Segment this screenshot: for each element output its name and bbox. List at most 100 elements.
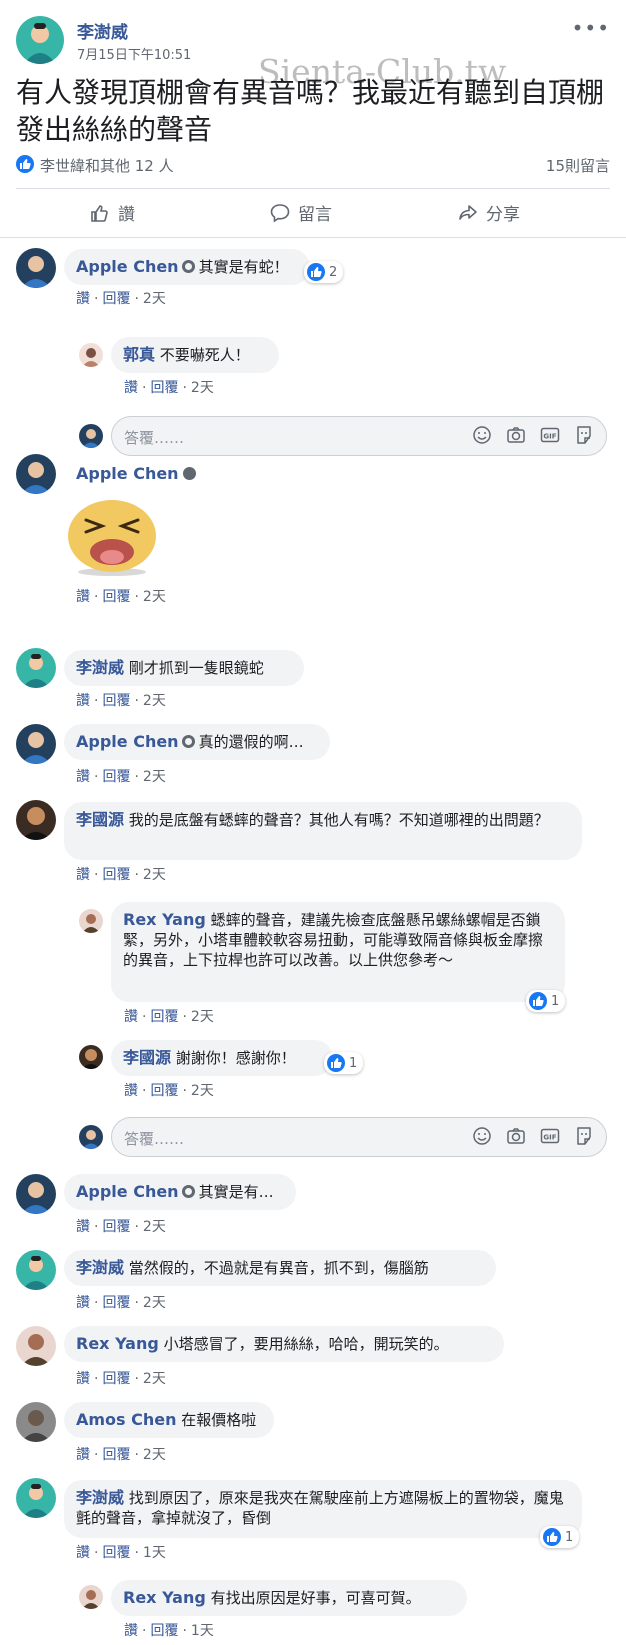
commenter-avatar[interactable] [16,1478,56,1518]
commenter-avatar[interactable] [16,1174,56,1214]
comment-time[interactable]: 1天 [191,1623,214,1639]
commenter-name[interactable]: Rex Yang [76,1334,159,1353]
sticker-icon[interactable] [574,1126,594,1146]
reply-link[interactable]: 回覆 [102,291,130,307]
separator: · [94,1447,99,1463]
comment-time[interactable]: 2天 [143,867,166,883]
comment-reactions[interactable]: 1 [526,990,566,1012]
share-button[interactable]: 分享 [458,200,520,225]
like-link[interactable]: 讚 [76,1447,90,1463]
comment-time[interactable]: 2天 [191,1083,214,1099]
like-link[interactable]: 讚 [76,589,90,605]
reply-input[interactable]: 答覆…… GIF [111,416,607,456]
like-link[interactable]: 讚 [124,380,138,396]
reply-link[interactable]: 回覆 [102,1545,130,1561]
more-options-icon[interactable]: ••• [572,16,610,40]
commenter-name[interactable]: 李國源 [123,1048,171,1067]
like-link[interactable]: 讚 [124,1009,138,1025]
like-button[interactable]: 讚 [90,200,135,225]
current-user-avatar[interactable] [79,424,103,448]
comment-reactions[interactable]: 1 [324,1052,364,1074]
commenter-avatar[interactable] [79,909,103,933]
comment-bubble: Apple Chen 真的還假的啊… [64,724,330,760]
reactions-summary[interactable]: 李世緯和其他 12 人 15則留言 [16,154,610,176]
reactions-names[interactable]: 李世緯和其他 12 人 [40,155,174,176]
reply-link[interactable]: 回覆 [102,693,130,709]
comment-time[interactable]: 2天 [143,1371,166,1387]
commenter-name[interactable]: Rex Yang [123,1588,206,1607]
reply-link[interactable]: 回覆 [102,867,130,883]
commenter-avatar[interactable] [16,800,56,840]
commenter-name[interactable]: Amos Chen [76,1410,177,1429]
reply-link[interactable]: 回覆 [102,1295,130,1311]
reply-input[interactable]: 答覆…… GIF [111,1117,607,1157]
sticker-icon[interactable] [574,425,594,445]
commenter-avatar[interactable] [16,454,56,494]
commenter-avatar[interactable] [16,724,56,764]
comment-time[interactable]: 2天 [191,1009,214,1025]
reply-link[interactable]: 回覆 [102,1371,130,1387]
comment-reactions[interactable]: 2 [304,261,344,283]
commenter-avatar[interactable] [16,248,56,288]
comment-time[interactable]: 2天 [143,1295,166,1311]
comment-button[interactable]: 留言 [270,200,332,225]
comment-time[interactable]: 2天 [143,1219,166,1235]
reply-link[interactable]: 回覆 [150,1623,178,1639]
post-author-name[interactable]: 李澍威 [77,18,128,43]
reply-link[interactable]: 回覆 [102,1447,130,1463]
reply-link[interactable]: 回覆 [150,380,178,396]
comment-time[interactable]: 2天 [143,693,166,709]
reply-link[interactable]: 回覆 [102,769,130,785]
like-link[interactable]: 讚 [76,769,90,785]
like-link[interactable]: 讚 [76,693,90,709]
commenter-name[interactable]: 李國源 [76,810,124,829]
commenter-name[interactable]: 郭真 [123,345,155,364]
comment-reactions[interactable]: 1 [540,1526,580,1548]
reply-link[interactable]: 回覆 [102,589,130,605]
commenter-name[interactable]: 李澍威 [76,1258,124,1277]
like-link[interactable]: 讚 [76,867,90,883]
commenter-avatar[interactable] [16,1326,56,1366]
comment-time[interactable]: 2天 [191,380,214,396]
camera-icon[interactable] [506,425,526,445]
commenter-avatar[interactable] [79,1585,103,1609]
like-link[interactable]: 讚 [76,1371,90,1387]
gif-icon[interactable]: GIF [540,425,560,445]
commenter-name[interactable]: Apple Chen [76,732,179,751]
comment-meta: 讚 · 回覆 · 2天 [76,1368,166,1388]
reply-link[interactable]: 回覆 [102,1219,130,1235]
emoji-icon[interactable] [472,1126,492,1146]
reply-link[interactable]: 回覆 [150,1009,178,1025]
like-link[interactable]: 讚 [76,1295,90,1311]
comment-time[interactable]: 2天 [143,291,166,307]
commenter-avatar[interactable] [16,1250,56,1290]
gif-icon[interactable]: GIF [540,1126,560,1146]
like-link[interactable]: 讚 [76,1219,90,1235]
commenter-avatar[interactable] [79,343,103,367]
commenter-name[interactable]: 李澍威 [76,1488,124,1507]
commenter-avatar[interactable] [79,1045,103,1069]
camera-icon[interactable] [506,1126,526,1146]
like-link[interactable]: 讚 [124,1623,138,1639]
comment-time[interactable]: 1天 [143,1545,166,1561]
comment-time[interactable]: 2天 [143,1447,166,1463]
emoji-icon[interactable] [472,425,492,445]
commenter-name[interactable]: Rex Yang [123,910,206,929]
like-link[interactable]: 讚 [76,1545,90,1561]
commenter-name[interactable]: 李澍威 [76,658,124,677]
comments-count[interactable]: 15則留言 [546,155,610,176]
commenter-name[interactable]: Apple Chen [76,257,179,276]
like-link[interactable]: 讚 [124,1083,138,1099]
author-avatar[interactable] [16,16,64,64]
post-timestamp[interactable]: 7月15日下午10:51 [77,44,191,63]
commenter-avatar[interactable] [16,648,56,688]
comment-bubble: Amos Chen 在報價格啦 [64,1402,274,1438]
commenter-name[interactable]: Apple Chen [76,1182,179,1201]
current-user-avatar[interactable] [79,1125,103,1149]
commenter-avatar[interactable] [16,1402,56,1442]
like-link[interactable]: 讚 [76,291,90,307]
comment-time[interactable]: 2天 [143,589,166,605]
comment-time[interactable]: 2天 [143,769,166,785]
commenter-name[interactable]: Apple Chen [76,464,179,483]
reply-link[interactable]: 回覆 [150,1083,178,1099]
